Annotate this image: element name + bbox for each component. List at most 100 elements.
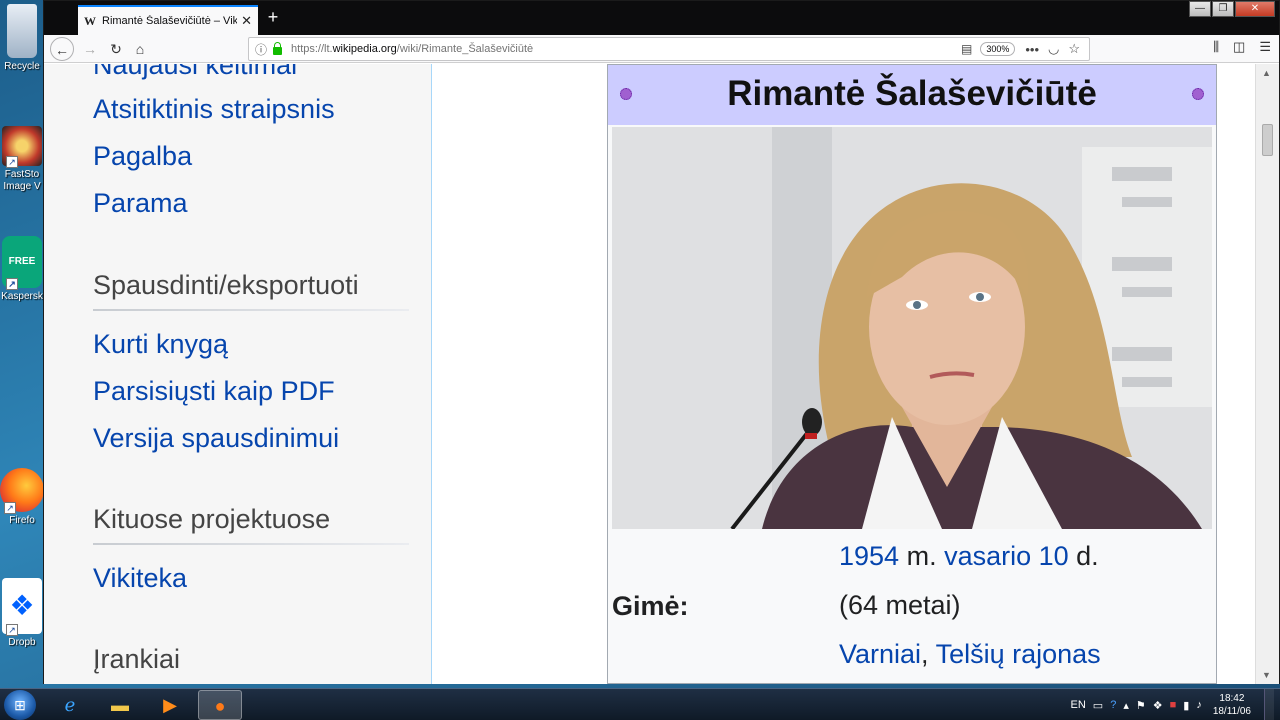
infobox-title: Rimantė Šalaševičiūtė	[608, 65, 1216, 125]
birthplace-town-link[interactable]: Varniai	[839, 639, 921, 669]
url-text[interactable]: https://lt.wikipedia.org/wiki/Rimante_Ša…	[291, 43, 961, 55]
page-actions-icon[interactable]: •••	[1025, 42, 1039, 57]
library-icon[interactable]: ⫼	[1213, 39, 1219, 55]
url-bar[interactable]: ⓘ https://lt.wikipedia.org/wiki/Rimante_…	[248, 37, 1090, 61]
sidebar-link-help[interactable]: Pagalba	[93, 141, 192, 172]
dropbox-icon: ❖ ↗	[2, 578, 42, 636]
faststone-icon: ↗	[2, 126, 42, 168]
file-explorer-icon[interactable]: ▬	[98, 690, 142, 720]
tab-close-icon[interactable]: ✕	[241, 13, 252, 29]
recycle-bin-icon	[7, 4, 37, 58]
clock-time: 18:42	[1219, 693, 1245, 704]
action-center-flag-icon[interactable]: ⚑	[1136, 699, 1146, 712]
dropbox-tray-icon[interactable]: ❖	[1153, 699, 1163, 712]
new-tab-button[interactable]: +	[262, 7, 284, 29]
page-content: Naujausi keitimai Atsitiktinis straipsni…	[44, 64, 1256, 684]
pocket-icon[interactable]: ◡	[1048, 41, 1059, 57]
sidebar-divider	[93, 309, 409, 311]
desktop-icon-faststone[interactable]: ↗ FastSto Image V	[0, 126, 44, 193]
born-day-link[interactable]: vasario 10	[944, 541, 1069, 571]
born-label: Gimė:	[612, 591, 689, 621]
portrait-illustration	[612, 127, 1212, 529]
show-desktop-button[interactable]	[1264, 689, 1274, 720]
reload-button[interactable]: ↻	[104, 37, 128, 61]
birthplace-separator: ,	[921, 639, 936, 669]
volume-icon[interactable]: ♪	[1196, 699, 1202, 711]
shortcut-arrow-icon: ↗	[6, 156, 18, 168]
reader-view-icon[interactable]: ▤	[961, 42, 972, 56]
born-date-line: 1954 m. vasario 10 d.	[839, 541, 1099, 572]
lock-icon	[273, 41, 283, 55]
home-button[interactable]: ⌂	[128, 37, 152, 61]
desktop-icon-dropbox[interactable]: ❖ ↗ Dropb	[0, 578, 44, 648]
shortcut-arrow-icon: ↗	[4, 502, 16, 514]
portrait-photo[interactable]	[612, 127, 1212, 529]
taskbar: ⊞ ℯ ▬ ▶ ● EN ▭ ? ▴ ⚑ ❖ ■ ▮ ♪ 18:42 18/11…	[0, 688, 1280, 720]
sidebar-link-random[interactable]: Atsitiktinis straipsnis	[93, 94, 335, 125]
navigation-toolbar: ← → ↻ ⌂ ⓘ https://lt.wikipedia.org/wiki/…	[44, 35, 1279, 63]
info-icon[interactable]: ⓘ	[255, 41, 267, 58]
network-icon[interactable]: ▮	[1183, 699, 1189, 712]
wiki-sidebar: Naujausi keitimai Atsitiktinis straipsni…	[44, 64, 432, 684]
wikipedia-favicon-icon: W	[84, 13, 96, 28]
sidebar-heading-projects[interactable]: Kituose projektuose	[93, 504, 330, 535]
keyboard-icon[interactable]: ▭	[1093, 699, 1103, 712]
sidebar-toggle-icon[interactable]: ◫	[1233, 39, 1245, 55]
sidebar-heading-tools[interactable]: Įrankiai	[93, 644, 180, 675]
desktop-icon-label: Dropb	[8, 637, 36, 648]
sidebar-link-download-pdf[interactable]: Parsisiųsti kaip PDF	[93, 376, 335, 407]
coordinate-dot-icon	[620, 88, 632, 100]
back-button[interactable]: ←	[50, 37, 74, 61]
desktop-icon-label: FastSto Image V	[3, 169, 41, 192]
sidebar-link-commons[interactable]: Vikiteka	[93, 563, 187, 594]
infobox: Rimantė Šalaševičiūtė Gimė: 1954 m. vasa…	[607, 64, 1217, 684]
help-icon[interactable]: ?	[1110, 699, 1116, 711]
age-text: (64 metai)	[839, 590, 961, 620]
desktop-icon-label: Kaspersk	[1, 291, 43, 302]
vertical-scrollbar[interactable]: ▲ ▼	[1255, 64, 1279, 684]
zoom-level-badge[interactable]: 300%	[980, 42, 1016, 56]
kaspersky-tray-icon[interactable]: ■	[1170, 699, 1177, 711]
hamburger-menu-icon[interactable]: ☰	[1259, 39, 1271, 55]
birthplace-district-link[interactable]: Telšių rajonas	[936, 639, 1101, 669]
browser-window: W Rimantė Šalaševičiūtė – Vikiped ✕ + — …	[43, 0, 1280, 684]
minimize-button[interactable]: —	[1189, 1, 1211, 17]
tab-active[interactable]: W Rimantė Šalaševičiūtė – Vikiped ✕	[78, 5, 258, 35]
sidebar-link-create-book[interactable]: Kurti knygą	[93, 329, 228, 360]
maximize-button[interactable]: ❐	[1212, 1, 1234, 17]
born-date-text: m.	[899, 541, 945, 571]
born-date-suffix: d.	[1068, 541, 1099, 571]
internet-explorer-icon[interactable]: ℯ	[48, 690, 92, 720]
toolbar-right: ⫼ ◫ ☰	[1213, 39, 1271, 55]
sidebar-divider	[93, 543, 409, 545]
kaspersky-icon: FREE ↗	[2, 236, 42, 290]
tab-title: Rimantė Šalaševičiūtė – Vikiped	[102, 15, 238, 27]
scroll-down-icon[interactable]: ▼	[1262, 670, 1271, 680]
shortcut-arrow-icon: ↗	[6, 278, 18, 290]
born-year-link[interactable]: 1954	[839, 541, 899, 571]
bookmark-star-icon[interactable]: ☆	[1068, 41, 1080, 57]
scroll-up-icon[interactable]: ▲	[1262, 68, 1271, 78]
clock[interactable]: 18:42 18/11/06	[1213, 692, 1251, 718]
desktop-icon-recycle-bin[interactable]: Recycle	[0, 4, 44, 72]
start-button[interactable]: ⊞	[4, 690, 36, 720]
sidebar-link-recent-changes[interactable]: Naujausi keitimai	[93, 64, 297, 81]
system-tray: EN ▭ ? ▴ ⚑ ❖ ■ ▮ ♪ 18:42 18/11/06	[1071, 689, 1280, 720]
shortcut-arrow-icon: ↗	[6, 624, 18, 636]
show-hidden-icons-icon[interactable]: ▴	[1123, 699, 1129, 712]
language-indicator[interactable]: EN	[1071, 699, 1086, 711]
media-player-icon[interactable]: ▶	[148, 690, 192, 720]
forward-button[interactable]: →	[78, 37, 102, 61]
firefox-taskbar-icon[interactable]: ●	[198, 690, 242, 720]
coordinate-dot-icon	[1192, 88, 1204, 100]
scrollbar-thumb[interactable]	[1262, 124, 1273, 156]
desktop-icon-label: Recycle	[4, 61, 40, 72]
sidebar-heading-print[interactable]: Spausdinti/eksportuoti	[93, 270, 359, 301]
firefox-icon: ↗	[0, 468, 44, 514]
sidebar-link-donate[interactable]: Parama	[93, 188, 188, 219]
close-window-button[interactable]: ✕	[1235, 1, 1275, 17]
desktop-icon-kaspersky[interactable]: FREE ↗ Kaspersk	[0, 236, 44, 302]
tab-bar: W Rimantė Šalaševičiūtė – Vikiped ✕ + — …	[44, 1, 1279, 35]
desktop-icon-firefox[interactable]: ↗ Firefo	[0, 468, 44, 526]
sidebar-link-printable[interactable]: Versija spausdinimui	[93, 423, 339, 454]
